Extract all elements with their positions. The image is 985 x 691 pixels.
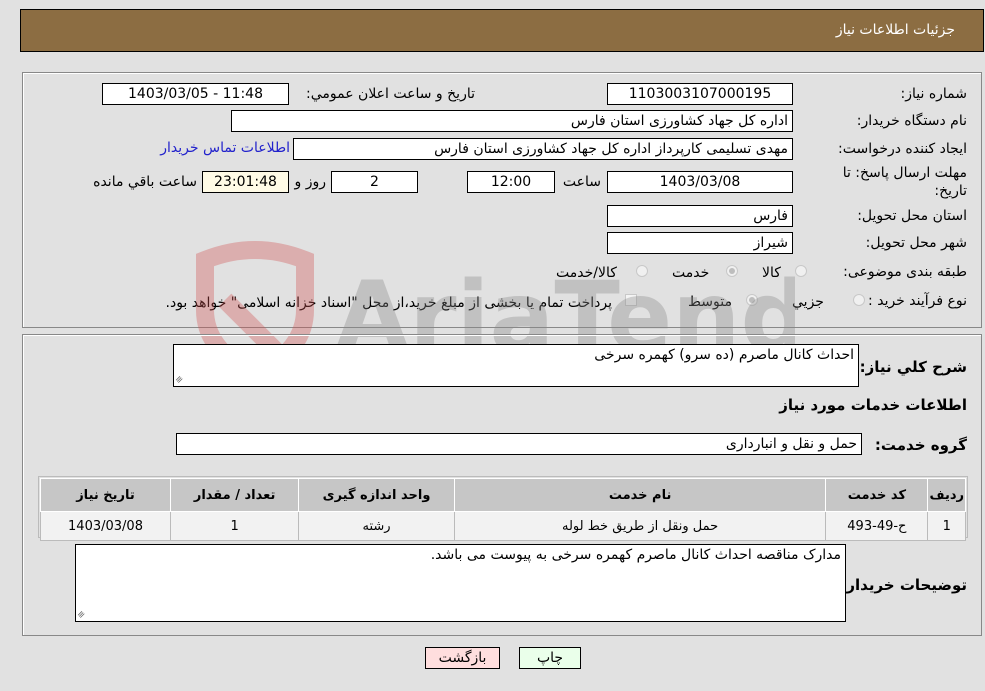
city-label: شهر محل تحویل: bbox=[865, 235, 967, 251]
days-remaining-field: 2 bbox=[331, 171, 418, 193]
col-name: نام خدمت bbox=[453, 478, 827, 512]
cell-date: 1403/03/08 bbox=[40, 511, 171, 541]
creator-label: ایجاد کننده درخواست: bbox=[838, 141, 967, 157]
creator-field: مهدی تسلیمی کارپرداز اداره کل جهاد کشاور… bbox=[293, 138, 793, 160]
description-label: شرح کلي نیاز: bbox=[859, 358, 967, 376]
category-option-goods: کالا bbox=[762, 265, 781, 281]
items-table: ردیف کد خدمت نام خدمت واحد اندازه گیری ت… bbox=[40, 478, 966, 541]
buyer-notes-textarea[interactable]: مدارک مناقصه احداث کانال ماصرم کهمره سرخ… bbox=[75, 544, 846, 622]
need-number-field: 1103003107000195 bbox=[607, 83, 793, 105]
cell-unit: رشته bbox=[298, 511, 455, 541]
cell-row: 1 bbox=[927, 511, 966, 541]
table-row: 1 ح-49-493 حمل ونقل از طریق خط لوله رشته… bbox=[40, 511, 966, 541]
cell-qty: 1 bbox=[169, 511, 300, 541]
services-heading: اطلاعات خدمات مورد نیاز bbox=[779, 396, 967, 414]
process-option-medium: متوسط bbox=[688, 294, 732, 310]
announce-datetime-field: 1403/03/05 - 11:48 bbox=[102, 83, 289, 105]
remaining-time-field: 23:01:48 bbox=[202, 171, 289, 193]
service-group-label: گروه خدمت: bbox=[874, 436, 967, 454]
page-header: جزئیات اطلاعات نیاز bbox=[20, 9, 984, 52]
buyer-org-label: نام دستگاه خریدار: bbox=[856, 113, 967, 129]
category-radio-service[interactable] bbox=[726, 265, 738, 277]
deadline-label: مهلت ارسال پاسخ: تا تاریخ: bbox=[842, 165, 967, 199]
time-label: ساعت bbox=[562, 174, 601, 190]
col-row: ردیف bbox=[927, 478, 966, 512]
cell-code: ح-49-493 bbox=[825, 511, 929, 541]
days-label: روز و bbox=[294, 174, 327, 190]
col-code: کد خدمت bbox=[825, 478, 929, 512]
process-label: نوع فرآیند خرید : bbox=[868, 293, 967, 309]
cell-name: حمل ونقل از طریق خط لوله bbox=[453, 511, 827, 541]
category-radio-goods-service[interactable] bbox=[636, 265, 648, 277]
announce-label: تاریخ و ساعت اعلان عمومي: bbox=[306, 86, 475, 102]
category-option-service: خدمت bbox=[672, 265, 710, 281]
buyer-notes-label: توضیحات خریدار: bbox=[840, 576, 967, 594]
treasury-note: پرداخت تمام یا بخشی از مبلغ خرید،از محل … bbox=[165, 295, 612, 311]
deadline-time-field: 12:00 bbox=[467, 171, 555, 193]
buyer-org-field: اداره کل جهاد کشاورزی استان فارس bbox=[231, 110, 793, 132]
city-field: شیراز bbox=[607, 232, 793, 254]
description-text: احداث کانال ماصرم (ده سرو) کهمره سرخی bbox=[594, 347, 854, 363]
treasury-checkbox[interactable] bbox=[625, 294, 637, 306]
deadline-date-field: 1403/03/08 bbox=[607, 171, 793, 193]
table-header-row: ردیف کد خدمت نام خدمت واحد اندازه گیری ت… bbox=[40, 478, 966, 512]
province-field: فارس bbox=[607, 205, 793, 227]
remaining-label: ساعت باقي مانده bbox=[93, 174, 197, 190]
category-radio-goods[interactable] bbox=[795, 265, 807, 277]
back-button[interactable]: بازگشت bbox=[425, 647, 500, 669]
category-label: طبقه بندی موضوعی: bbox=[843, 264, 967, 280]
need-number-label: شماره نیاز: bbox=[900, 86, 968, 102]
process-radio-minor[interactable] bbox=[853, 294, 865, 306]
buyer-notes-text: مدارک مناقصه احداث کانال ماصرم کهمره سرخ… bbox=[430, 547, 841, 563]
col-date: تاریخ نیاز bbox=[40, 478, 171, 512]
col-unit: واحد اندازه گیری bbox=[298, 478, 455, 512]
buyer-contact-link[interactable]: اطلاعات تماس خریدار bbox=[160, 140, 290, 156]
process-option-minor: جزيي bbox=[792, 294, 824, 310]
category-option-goods-service: کالا/خدمت bbox=[556, 265, 617, 281]
page-title: جزئیات اطلاعات نیاز bbox=[835, 22, 955, 38]
col-qty: تعداد / مقدار bbox=[169, 478, 300, 512]
resize-grip-icon[interactable]: ≡ bbox=[174, 374, 186, 386]
description-textarea[interactable]: احداث کانال ماصرم (ده سرو) کهمره سرخی ≡ bbox=[173, 344, 859, 387]
process-radio-medium[interactable] bbox=[746, 294, 758, 306]
province-label: استان محل تحویل: bbox=[857, 208, 967, 224]
print-button[interactable]: چاپ bbox=[519, 647, 581, 669]
service-group-field: حمل و نقل و انبارداری bbox=[176, 433, 862, 455]
resize-grip-icon[interactable]: ≡ bbox=[76, 609, 88, 621]
